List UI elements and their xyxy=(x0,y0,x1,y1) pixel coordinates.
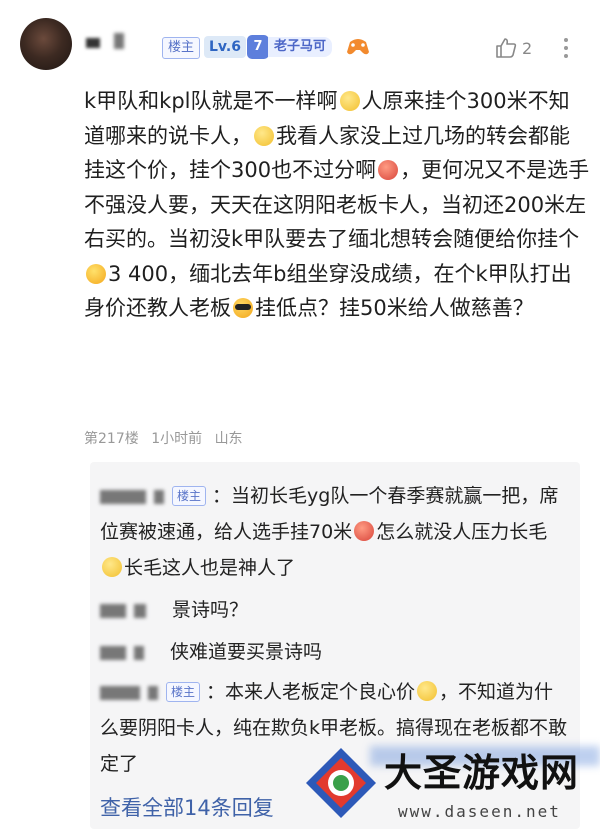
reply-username-blurred[interactable] xyxy=(100,603,126,618)
text-segment: 怎么就没人压力长毛 xyxy=(376,521,548,543)
reply-username-blurred-part xyxy=(148,685,158,700)
view-all-replies-link[interactable]: 查看全部14条回复 xyxy=(100,792,274,822)
level-badge: Lv.6 xyxy=(204,36,246,58)
reply-username-blurred[interactable] xyxy=(100,489,146,504)
gamepad-icon xyxy=(347,39,369,55)
post-meta: 第217楼 1小时前 山东 xyxy=(84,428,251,448)
emoji-icon xyxy=(254,125,274,146)
post-header: 楼主 Lv.6 7 老子马可 2 xyxy=(0,0,600,80)
reply-username-blurred-part xyxy=(134,645,144,660)
emoji-icon xyxy=(378,160,399,180)
emoji-icon xyxy=(339,91,360,111)
reply-username-blurred-part xyxy=(134,603,146,618)
avatar[interactable] xyxy=(20,18,72,70)
text-segment: 侠难道要买景诗吗 xyxy=(170,641,323,663)
post-location: 山东 xyxy=(214,431,243,447)
post-body: k甲队和kpl队就是不一样啊 人原来挂个300米不知道哪来的说卡人， 我看人家没上过… xyxy=(84,84,590,326)
emoji-icon xyxy=(233,298,253,318)
reply-item[interactable]: 侠难道要买景诗吗 xyxy=(100,634,568,670)
emoji-icon xyxy=(417,681,438,701)
emoji-icon xyxy=(354,521,375,541)
watermark-url: www.daseen.net xyxy=(398,802,561,821)
watermark-title: 大圣游戏网 xyxy=(384,750,580,795)
thumbs-up-icon xyxy=(496,38,517,58)
more-options-icon[interactable] xyxy=(561,36,571,60)
reply-username-blurred[interactable] xyxy=(100,645,126,660)
username-blurred-part xyxy=(114,33,124,49)
reply-username-blurred-part xyxy=(154,489,164,504)
text-segment: 景诗吗？ xyxy=(172,599,249,621)
reply-username-blurred[interactable] xyxy=(100,685,140,700)
like-count: 2 xyxy=(522,38,533,58)
owner-tag: 楼主 xyxy=(172,486,207,506)
site-logo-icon xyxy=(306,748,376,818)
emoji-icon xyxy=(86,263,106,284)
fan-badge-name[interactable]: 老子马可 xyxy=(268,37,333,57)
floor-number: 第217楼 xyxy=(84,431,139,447)
owner-tag: 楼主 xyxy=(166,682,201,702)
like-button[interactable]: 2 xyxy=(494,34,532,62)
reply-colon: ： xyxy=(212,485,232,507)
reply-item[interactable]: 楼主 ：当初长毛yg队一个春季赛就赢一把，席位赛被速通，给人选手挂70米 怎么就没人… xyxy=(100,478,568,586)
fan-badge-level: 7 xyxy=(247,35,269,59)
watermark: 大圣游戏网 www.daseen.net xyxy=(300,738,600,829)
reply-colon: ： xyxy=(206,681,226,703)
reply-item[interactable]: 景诗吗？ xyxy=(100,592,568,628)
post-time: 1小时前 xyxy=(151,431,203,447)
username-blurred[interactable] xyxy=(86,38,100,48)
text-segment: 长毛这人也是神人了 xyxy=(124,557,296,579)
text-segment: 本来人老板定个良心价 xyxy=(225,681,416,703)
emoji-icon xyxy=(102,557,122,577)
text-segment: k甲队和kpl队就是不一样啊 xyxy=(84,89,338,113)
owner-tag: 楼主 xyxy=(162,37,201,59)
text-segment: 挂低点？挂50米给人做慈善？ xyxy=(255,296,534,320)
